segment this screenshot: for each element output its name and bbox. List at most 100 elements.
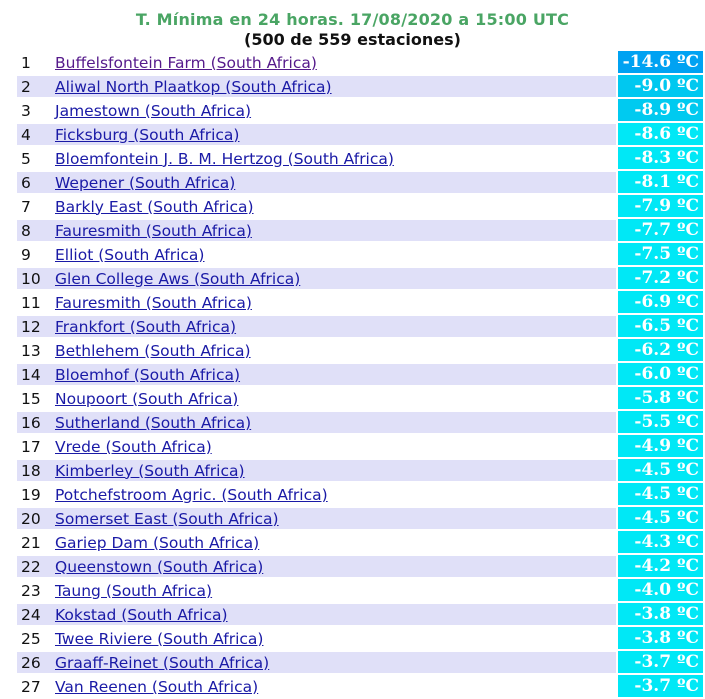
table-row: 2 Aliwal North Plaatkop (South Africa) -9.… (17, 75, 703, 97)
table-row: 5 Bloemfontein J. B. M. Hertzog (South Af… (17, 147, 703, 169)
rank-cell: 23 (17, 579, 55, 601)
station-link[interactable]: Queenstown (South Africa) (55, 558, 263, 576)
table-row: 21 Gariep Dam (South Africa) -4.3 ºC (17, 531, 703, 553)
station-cell: Taung (South Africa) (55, 579, 616, 601)
temperature-cell: -4.5 ºC (616, 483, 703, 505)
station-cell: Bloemfontein J. B. M. Hertzog (South Afr… (55, 147, 616, 169)
temperature-cell: -7.7 ºC (616, 219, 703, 241)
rank-cell: 25 (17, 627, 55, 649)
table-row: 25 Twee Riviere (South Africa) -3.8 ºC (17, 627, 703, 649)
temperature-cell: -4.5 ºC (616, 507, 703, 529)
temperature-cell: -6.0 ºC (616, 363, 703, 385)
station-cell: Bethlehem (South Africa) (55, 339, 616, 361)
page-header: T. Mínima en 24 horas. 17/08/2020 a 15:0… (0, 0, 705, 50)
station-link[interactable]: Kokstad (South Africa) (55, 606, 228, 624)
table-row: 3 Jamestown (South Africa) -8.9 ºC (17, 99, 703, 121)
rank-cell: 10 (17, 267, 55, 289)
station-cell: Gariep Dam (South Africa) (55, 531, 616, 553)
station-link[interactable]: Bloemfontein J. B. M. Hertzog (South Afr… (55, 150, 394, 168)
rank-cell: 11 (17, 291, 55, 313)
station-link[interactable]: Buffelsfontein Farm (South Africa) (55, 54, 317, 72)
temperature-cell: -4.0 ºC (616, 579, 703, 601)
station-link[interactable]: Van Reenen (South Africa) (55, 678, 258, 696)
station-cell: Jamestown (South Africa) (55, 99, 616, 121)
station-link[interactable]: Ficksburg (South Africa) (55, 126, 239, 144)
table-row: 13 Bethlehem (South Africa) -6.2 ºC (17, 339, 703, 361)
temperature-cell: -6.5 ºC (616, 315, 703, 337)
temperature-cell: -4.9 ºC (616, 435, 703, 457)
temperature-cell: -3.7 ºC (616, 675, 703, 697)
station-link[interactable]: Twee Riviere (South Africa) (55, 630, 263, 648)
rank-cell: 19 (17, 483, 55, 505)
station-link[interactable]: Potchefstroom Agric. (South Africa) (55, 486, 328, 504)
rank-cell: 18 (17, 459, 55, 481)
table-row: 17 Vrede (South Africa) -4.9 ºC (17, 435, 703, 457)
table-row: 22 Queenstown (South Africa) -4.2 ºC (17, 555, 703, 577)
station-cell: Vrede (South Africa) (55, 435, 616, 457)
rank-cell: 5 (17, 147, 55, 169)
temperature-cell: -6.9 ºC (616, 291, 703, 313)
table-row: 23 Taung (South Africa) -4.0 ºC (17, 579, 703, 601)
temperature-cell: -7.9 ºC (616, 195, 703, 217)
rank-cell: 16 (17, 411, 55, 433)
station-cell: Frankfort (South Africa) (55, 315, 616, 337)
station-link[interactable]: Somerset East (South Africa) (55, 510, 279, 528)
station-link[interactable]: Frankfort (South Africa) (55, 318, 236, 336)
station-link[interactable]: Fauresmith (South Africa) (55, 222, 252, 240)
station-link[interactable]: Sutherland (South Africa) (55, 414, 251, 432)
station-cell: Somerset East (South Africa) (55, 507, 616, 529)
station-link[interactable]: Fauresmith (South Africa) (55, 294, 252, 312)
temperature-cell: -9.0 ºC (616, 75, 703, 97)
station-link[interactable]: Aliwal North Plaatkop (South Africa) (55, 78, 332, 96)
rank-cell: 4 (17, 123, 55, 145)
station-link[interactable]: Bloemhof (South Africa) (55, 366, 240, 384)
rank-cell: 1 (17, 51, 55, 73)
table-row: 26 Graaff-Reinet (South Africa) -3.7 ºC (17, 651, 703, 673)
station-link[interactable]: Gariep Dam (South Africa) (55, 534, 259, 552)
rank-cell: 15 (17, 387, 55, 409)
table-row: 11 Fauresmith (South Africa) -6.9 ºC (17, 291, 703, 313)
station-link[interactable]: Wepener (South Africa) (55, 174, 235, 192)
table-row: 19 Potchefstroom Agric. (South Africa) -4.… (17, 483, 703, 505)
station-cell: Elliot (South Africa) (55, 243, 616, 265)
temperature-cell: -3.8 ºC (616, 627, 703, 649)
station-cell: Fauresmith (South Africa) (55, 219, 616, 241)
station-link[interactable]: Bethlehem (South Africa) (55, 342, 251, 360)
rank-cell: 14 (17, 363, 55, 385)
station-link[interactable]: Barkly East (South Africa) (55, 198, 254, 216)
temperature-cell: -3.7 ºC (616, 651, 703, 673)
station-cell: Aliwal North Plaatkop (South Africa) (55, 75, 616, 97)
station-cell: Queenstown (South Africa) (55, 555, 616, 577)
table-row: 6 Wepener (South Africa) -8.1 ºC (17, 171, 703, 193)
temperature-cell: -8.9 ºC (616, 99, 703, 121)
station-link[interactable]: Kimberley (South Africa) (55, 462, 245, 480)
table-row: 12 Frankfort (South Africa) -6.5 ºC (17, 315, 703, 337)
rank-cell: 21 (17, 531, 55, 553)
rank-cell: 27 (17, 675, 55, 697)
table-row: 24 Kokstad (South Africa) -3.8 ºC (17, 603, 703, 625)
rank-cell: 17 (17, 435, 55, 457)
station-link[interactable]: Elliot (South Africa) (55, 246, 204, 264)
station-link[interactable]: Graaff-Reinet (South Africa) (55, 654, 269, 672)
temperature-cell: -5.5 ºC (616, 411, 703, 433)
table-row: 9 Elliot (South Africa) -7.5 ºC (17, 243, 703, 265)
station-link[interactable]: Taung (South Africa) (55, 582, 212, 600)
temperature-cell: -8.1 ºC (616, 171, 703, 193)
rank-cell: 2 (17, 75, 55, 97)
rank-cell: 13 (17, 339, 55, 361)
station-link[interactable]: Jamestown (South Africa) (55, 102, 251, 120)
rank-cell: 9 (17, 243, 55, 265)
station-cell: Sutherland (South Africa) (55, 411, 616, 433)
station-cell: Buffelsfontein Farm (South Africa) (55, 51, 616, 73)
station-link[interactable]: Noupoort (South Africa) (55, 390, 238, 408)
table-row: 14 Bloemhof (South Africa) -6.0 ºC (17, 363, 703, 385)
temperature-cell: -7.2 ºC (616, 267, 703, 289)
station-link[interactable]: Glen College Aws (South Africa) (55, 270, 300, 288)
station-cell: Potchefstroom Agric. (South Africa) (55, 483, 616, 505)
table-row: 8 Fauresmith (South Africa) -7.7 ºC (17, 219, 703, 241)
station-link[interactable]: Vrede (South Africa) (55, 438, 212, 456)
station-cell: Graaff-Reinet (South Africa) (55, 651, 616, 673)
table-row: 20 Somerset East (South Africa) -4.5 ºC (17, 507, 703, 529)
station-cell: Kimberley (South Africa) (55, 459, 616, 481)
station-cell: Wepener (South Africa) (55, 171, 616, 193)
